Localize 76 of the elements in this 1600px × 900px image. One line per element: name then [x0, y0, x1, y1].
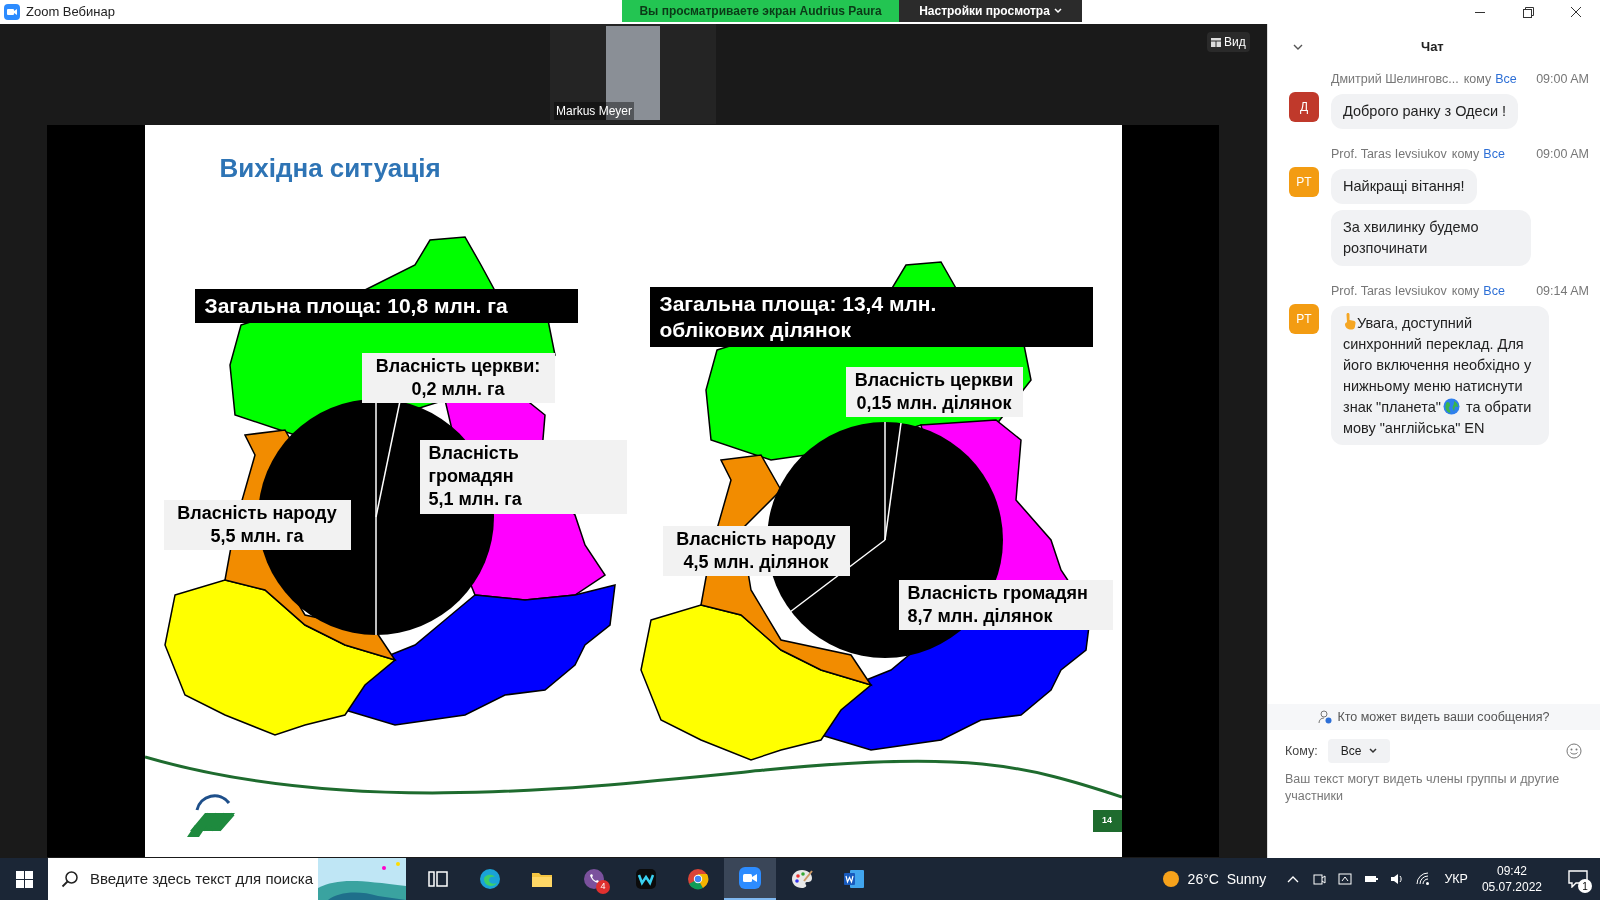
message-time: 09:14 AM	[1536, 282, 1589, 300]
recipient-link[interactable]: Все	[1483, 281, 1505, 301]
message-text: Увага, доступний синхронний переклад. Для його включення необхідно у нижньому меню натиснути знак "планета" та обрати мову "англійська" EN	[1343, 312, 1537, 439]
page-number: 14	[1092, 810, 1122, 832]
recipient-prefix: кому	[1451, 282, 1480, 300]
participant-name: Markus Meyer	[554, 102, 634, 120]
avatar: PT	[1289, 304, 1319, 334]
view-settings-button[interactable]: Настройки просмотра	[899, 0, 1082, 22]
grid-icon	[1211, 37, 1221, 47]
ownership-label: Власність церкви: 0,2 млн. га	[361, 353, 555, 403]
screen-share-banner: Вы просматриваете экран Audrius Paura	[622, 0, 899, 22]
clock-date[interactable]: 05.07.2022	[1481, 879, 1542, 895]
taskbar-app-button[interactable]: 4	[568, 858, 620, 900]
minimize-icon	[1475, 11, 1485, 13]
avatar: Д	[1289, 92, 1319, 122]
message-input[interactable]: Ваш текст могут видеть члены группы и другие участники	[1285, 771, 1585, 841]
sender-name: Дмитрий Шелинговс...	[1331, 70, 1459, 88]
total-area-label: Загальна площа: 13,4 млн. облікових ділянок	[649, 287, 1093, 347]
view-button[interactable]: Вид	[1207, 32, 1250, 52]
windows-logo-icon	[15, 870, 33, 888]
document-icon	[842, 867, 866, 891]
message-time: 09:00 AM	[1536, 70, 1589, 88]
message-time: 09:00 AM	[1536, 145, 1589, 163]
ownership-label: Власність церкви 0,15 млн. ділянок	[845, 367, 1023, 417]
search-icon	[61, 870, 79, 888]
notifications-button[interactable]: 1	[1556, 858, 1600, 900]
ownership-label: Власність громадян 5,1 млн. га	[419, 440, 627, 514]
chevron-down-icon	[1293, 44, 1303, 50]
clock-time[interactable]: 09:42	[1496, 863, 1527, 879]
sender-name: Prof. Taras Ievsiukov	[1331, 282, 1447, 300]
pointing-hand-icon	[1343, 312, 1357, 330]
logo-icon	[186, 794, 235, 837]
user-info-icon	[1318, 710, 1333, 724]
wifi-icon[interactable]	[1415, 871, 1432, 887]
notification-count: 1	[1578, 879, 1592, 893]
search-bar[interactable]: Введите здесь текст для поиска	[48, 858, 406, 900]
camera-icon[interactable]	[1311, 871, 1328, 887]
wave-app-icon	[634, 867, 658, 891]
total-area-label: Загальна площа: 10,8 млн. га	[194, 289, 578, 323]
sender-name: Prof. Taras Ievsiukov	[1331, 145, 1447, 163]
video-camera-icon	[738, 866, 762, 890]
recipient-dropdown[interactable]: Все	[1327, 739, 1391, 763]
palette-icon	[790, 867, 814, 891]
ownership-label: Власність народу 5,5 млн. га	[163, 500, 351, 550]
ownership-label: Власність народу 4,5 млн. ділянок	[662, 526, 850, 576]
recipient-label: Кому:	[1285, 742, 1318, 760]
message-bubble: Найкращі вітання!	[1331, 169, 1477, 204]
message-bubble: Доброго ранку з Одеси !	[1331, 94, 1519, 129]
sun-icon	[1161, 870, 1180, 888]
chat-title: Чат	[1421, 38, 1444, 57]
smiley-icon	[1566, 743, 1582, 759]
close-icon	[1571, 7, 1581, 17]
message-bubble: За хвилинку будемо розпочинати	[1331, 210, 1531, 266]
recipient-prefix: кому	[1451, 145, 1480, 163]
restore-icon	[1522, 6, 1534, 18]
weather-text: 26°C Sunny	[1187, 869, 1267, 889]
app-logo-icon	[4, 4, 20, 20]
browser-icon	[686, 867, 710, 891]
ownership-label: Власність громадян 8,7 млн. ділянок	[898, 580, 1113, 630]
recipient-prefix: кому	[1463, 70, 1492, 88]
emoji-button[interactable]	[1565, 742, 1583, 760]
message-icon	[1568, 870, 1588, 888]
chevron-down-icon	[1053, 8, 1062, 14]
window-title: Zoom Вебинар	[26, 3, 115, 22]
avatar: PT	[1289, 167, 1319, 197]
globe-icon	[1442, 398, 1460, 415]
recipient-link[interactable]: Все	[1495, 69, 1517, 89]
language-indicator[interactable]: УКР	[1444, 869, 1468, 889]
recipient-link[interactable]: Все	[1483, 144, 1505, 164]
notification-badge: 4	[596, 880, 610, 894]
slide-title: Вихідна ситуація	[219, 152, 441, 185]
search-field[interactable]: Введите здесь текст для поиска	[90, 867, 320, 891]
browser-icon	[478, 867, 502, 891]
chevron-down-icon	[1369, 748, 1378, 754]
image-icon[interactable]	[1337, 871, 1354, 887]
taskbar-app-button[interactable]	[724, 858, 776, 900]
